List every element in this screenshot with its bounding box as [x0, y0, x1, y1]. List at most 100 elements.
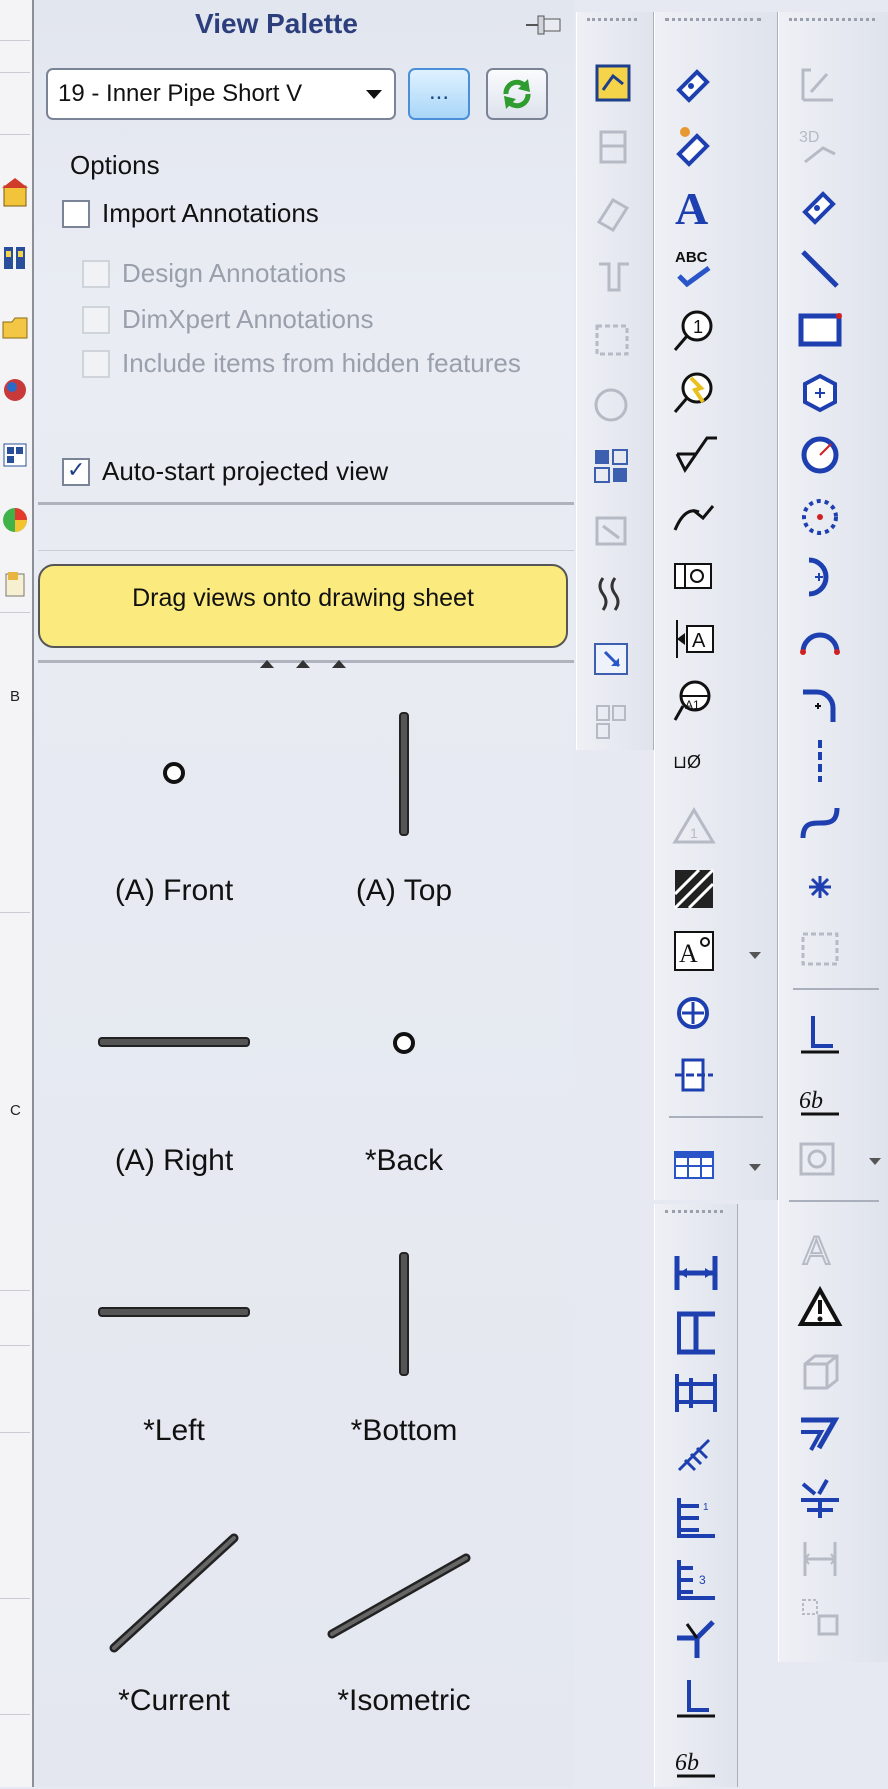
svg-text:A: A	[675, 183, 708, 232]
view-thumbnail-top[interactable]: (A) Top	[304, 690, 504, 940]
break-line-icon[interactable]	[589, 572, 639, 622]
surface-finish-icon[interactable]: 6b	[671, 1734, 721, 1784]
view-thumbnail-current[interactable]: *Current	[74, 1500, 274, 1750]
appearance-icon[interactable]	[2, 375, 28, 405]
path-icon[interactable]	[795, 1410, 845, 1460]
three-point-arc-icon[interactable]	[795, 614, 845, 664]
centerline-icon[interactable]	[795, 736, 845, 786]
arc-icon[interactable]	[795, 552, 845, 602]
color-wheel-icon[interactable]	[2, 505, 28, 535]
smart-dimension-icon[interactable]	[669, 60, 719, 110]
datum-feature-icon[interactable]: A	[669, 614, 719, 664]
chevron-down-icon[interactable]	[749, 1164, 761, 1171]
options-group-label: Options	[70, 150, 160, 180]
import-annotations-option[interactable]: Import Annotations	[62, 198, 532, 234]
splitter-grip-icon[interactable]	[332, 660, 346, 668]
weld-symbol-icon[interactable]	[671, 1674, 721, 1724]
view-preview	[399, 1252, 409, 1376]
align-icon[interactable]	[795, 1472, 845, 1522]
browse-button[interactable]: ...	[408, 68, 470, 120]
grouping-icon	[795, 1592, 845, 1642]
auto-balloon-icon[interactable]	[669, 368, 719, 418]
blocks-icon[interactable]: A	[669, 926, 719, 976]
splitter-grip-icon[interactable]	[296, 660, 310, 668]
cosmetic-thread-icon[interactable]: 6b	[795, 1072, 845, 1122]
view-select-dropdown[interactable]: 19 - Inner Pipe Short V	[46, 68, 396, 120]
sheet-zone-letter: B	[10, 688, 21, 705]
view-thumbnail-left[interactable]: *Left	[74, 1230, 274, 1480]
auto-start-checkbox[interactable]: ✓	[62, 457, 90, 486]
standard-3-view-icon	[589, 700, 639, 750]
surface-finish-icon[interactable]	[669, 430, 719, 480]
vertical-ordinate-icon[interactable]: 3	[671, 1554, 721, 1604]
view-palette-panel: View Palette 19 - Inner Pipe Short V ...…	[34, 0, 574, 1787]
view-thumbnail-right[interactable]: (A) Right	[74, 960, 274, 1210]
spline-icon[interactable]	[795, 798, 845, 848]
view-thumbnail-isometric[interactable]: *Isometric	[304, 1500, 504, 1750]
revision-cloud-icon[interactable]	[795, 1284, 845, 1334]
geometric-tolerance-icon[interactable]	[669, 552, 719, 602]
view-label: (A) Right	[114, 1144, 234, 1177]
view-thumbnail-front[interactable]: (A) Front	[74, 690, 274, 940]
chamfer-dimension-icon[interactable]	[671, 1614, 721, 1664]
custom-properties-icon[interactable]	[2, 570, 28, 600]
ordinate-dimension-icon[interactable]: 1	[671, 1492, 721, 1542]
toolbar-grip[interactable]	[587, 18, 637, 25]
toolbar-grip[interactable]	[789, 18, 875, 25]
spell-check-icon[interactable]: ABC	[669, 244, 719, 294]
weld-symbol-icon[interactable]	[669, 492, 719, 542]
toolbar-grip[interactable]	[665, 18, 761, 25]
dimxpert-annotations-option: DimXpert Annotations	[82, 304, 552, 340]
home-icon[interactable]	[2, 178, 28, 208]
crop-view-icon[interactable]	[589, 444, 639, 494]
model-view-icon[interactable]	[589, 60, 639, 110]
view-preview	[393, 1032, 415, 1054]
hole-callout-icon[interactable]: ⊔Ø	[669, 736, 719, 786]
perimeter-circle-icon[interactable]	[795, 492, 845, 542]
design-annotations-label: Design Annotations	[122, 258, 347, 288]
pin-icon[interactable]	[524, 12, 564, 38]
polygon-icon[interactable]	[795, 368, 845, 418]
point-icon[interactable]	[795, 862, 845, 912]
model-items-icon[interactable]	[669, 120, 719, 170]
relative-view-icon[interactable]	[589, 636, 639, 686]
weld-bead-icon[interactable]	[795, 1010, 845, 1060]
area-hatch-icon[interactable]	[669, 864, 719, 914]
line-icon[interactable]	[795, 244, 845, 294]
balloon-icon[interactable]: 1	[669, 306, 719, 356]
horizontal-dimension-icon[interactable]	[671, 1248, 721, 1298]
divider	[669, 1116, 763, 1118]
svg-text:6b: 6b	[799, 1088, 823, 1114]
smart-dimension-icon[interactable]	[795, 182, 845, 232]
vertical-dimension-icon[interactable]	[671, 1308, 721, 1358]
datum-target-icon[interactable]: A1	[669, 676, 719, 726]
toolbar-grip[interactable]	[665, 1210, 723, 1217]
view-palette-icon[interactable]	[2, 440, 28, 470]
table-icon[interactable]	[669, 1140, 719, 1190]
folder-icon[interactable]	[2, 312, 28, 342]
chevron-down-icon[interactable]	[749, 952, 761, 959]
splitter-grip-icon[interactable]	[260, 660, 274, 668]
import-annotations-checkbox[interactable]	[62, 200, 90, 228]
detail-view-icon	[589, 316, 639, 366]
tangent-arc-icon[interactable]	[795, 676, 845, 726]
binoculars-icon[interactable]	[2, 243, 28, 273]
baseline-dimension-icon[interactable]	[671, 1368, 721, 1418]
view-label: *Current	[118, 1684, 230, 1717]
refresh-button[interactable]	[486, 68, 548, 120]
circle-icon[interactable]	[795, 430, 845, 480]
svg-text:A: A	[679, 939, 698, 968]
auxiliary-view-icon	[589, 188, 639, 238]
3d-sketch-icon: 3D	[795, 120, 845, 170]
view-thumbnail-bottom[interactable]: *Bottom	[304, 1230, 504, 1480]
view-thumbnail-back[interactable]: *Back	[304, 960, 504, 1210]
rectangle-icon[interactable]	[795, 306, 845, 356]
chevron-down-icon[interactable]	[366, 90, 382, 99]
center-mark-icon[interactable]	[669, 988, 719, 1038]
note-icon[interactable]: A	[669, 182, 719, 234]
centerline-icon[interactable]	[669, 1050, 719, 1100]
sheet-zone-letter: C	[10, 1102, 21, 1119]
chevron-down-icon[interactable]	[869, 1158, 881, 1165]
angular-running-icon[interactable]	[671, 1430, 721, 1480]
auto-start-projected-view-option[interactable]: ✓ Auto-start projected view	[62, 456, 532, 492]
